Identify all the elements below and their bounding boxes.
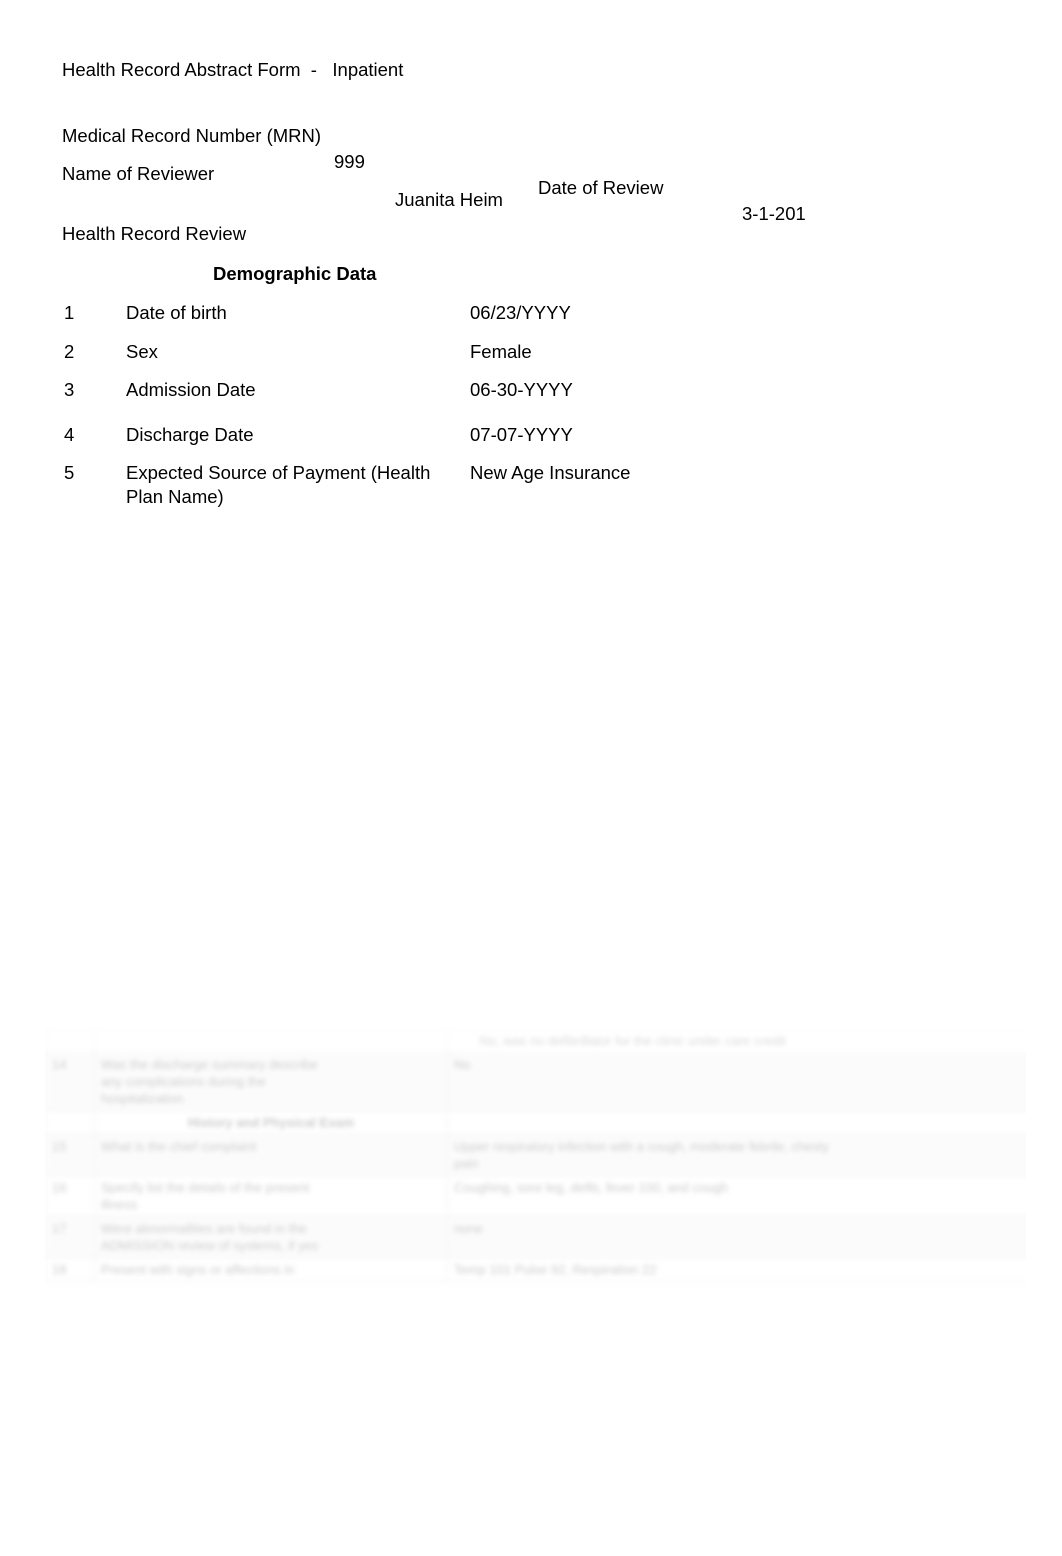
ghost-table-grid: No, was no defibrillator for the clinic … [45,1028,1062,1282]
ghost-section-heading: History and Physical Exam [94,1110,448,1135]
table-row: No, was no defibrillator for the clinic … [45,1028,1062,1053]
table-row: History and Physical Exam [45,1110,1062,1135]
ghost-cell-number [45,1028,95,1053]
ghost-cell-number [45,1110,95,1135]
ghost-cell-number: 16 [45,1175,95,1217]
ghost-cell-number: 17 [45,1216,95,1258]
row-value: 06/23/YYYY [470,302,571,323]
row-number: 3 [64,379,75,400]
ghost-cell-item: Was the discharge summary describe any co… [94,1052,448,1111]
row-number: 4 [64,424,75,445]
health-record-review-title: Health Record Review [62,223,247,244]
row-number: 1 [64,302,75,323]
date-of-review-value: 3-1-201 [742,203,806,224]
ghost-cell-item: Specify list the details of the present i… [94,1175,448,1217]
ghost-cell-value: none [447,1216,1062,1258]
demographic-data-heading: Demographic Data [213,263,377,284]
ghost-cell-number: 18 [45,1257,95,1282]
row-value: New Age Insurance [470,462,631,483]
row-number: 2 [64,341,75,362]
ghost-cell-value: Temp 101 Pulse 92, Respiration 22 [447,1257,1062,1282]
mrn-value: 999 [334,151,365,172]
ghost-cell-item [94,1028,448,1053]
reviewer-label: Name of Reviewer [62,163,215,184]
reviewer-value: Juanita Heim [395,189,503,210]
row-label: Discharge Date [126,424,254,445]
row-label: Admission Date [126,379,256,400]
ghost-cell-item: Present with signs or affections in [94,1257,448,1282]
date-of-review-label: Date of Review [538,177,664,198]
ghost-cell-value: Coughing, sore leg, defib, fever 100, an… [447,1175,1062,1217]
ghost-cell-value [447,1110,1062,1135]
row-number: 5 [64,462,75,483]
ghost-cell-value: No [447,1052,1062,1111]
table-row: 16 Specify list the details of the prese… [45,1175,1062,1217]
table-row: 14 Was the discharge summary describe any… [45,1052,1062,1111]
ghost-cell-number: 14 [45,1052,95,1111]
row-value: 06-30-YYYY [470,379,573,400]
ghost-cell-item: What is the chief complaint [94,1134,448,1176]
table-row: 17 Were abnormalities are found in the AD… [45,1216,1062,1258]
ghost-cell-value: Upper respiratory infection with a cough… [447,1134,1062,1176]
row-value: Female [470,341,532,362]
ghost-cell-number: 15 [45,1134,95,1176]
row-label: Date of birth [126,302,227,323]
mrn-label: Medical Record Number (MRN) [62,125,322,146]
row-label: Expected Source of Payment (Health Plan … [126,462,431,507]
ghost-cell-item: Were abnormalities are found in the ADMIS… [94,1216,448,1258]
faded-continuation-table: No, was no defibrillator for the clinic … [45,1028,1062,1350]
table-row: 15 What is the chief complaint Upper res… [45,1134,1062,1176]
table-row: 18 Present with signs or affections in T… [45,1257,1062,1282]
row-value: 07-07-YYYY [470,424,573,445]
document-page: Health Record Abstract Form - Inpatient … [0,0,1062,1556]
ghost-cell-value: No, was no defibrillator for the clinic … [447,1028,1062,1053]
row-label: Sex [126,341,158,362]
page-title: Health Record Abstract Form - Inpatient [62,59,404,80]
